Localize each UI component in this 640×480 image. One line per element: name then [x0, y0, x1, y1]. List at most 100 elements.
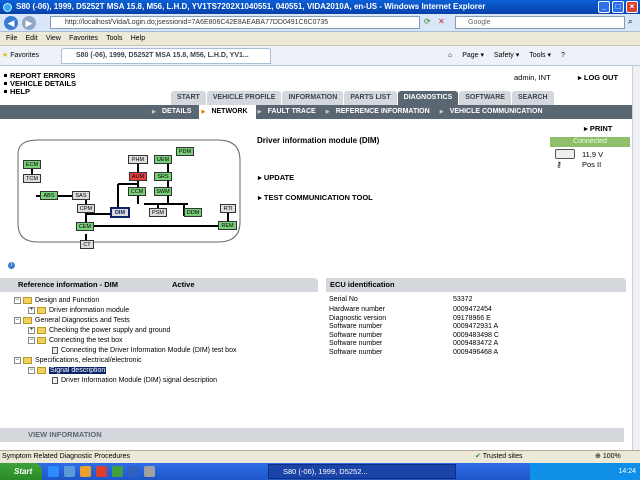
- help-link[interactable]: HELP: [4, 88, 76, 96]
- module-abs[interactable]: ABS: [40, 191, 58, 200]
- module-pdm[interactable]: PDM: [176, 147, 194, 156]
- folder-icon: [23, 296, 32, 304]
- menu-help[interactable]: Help: [131, 32, 145, 46]
- expand-icon[interactable]: +: [28, 306, 35, 314]
- module-uem[interactable]: UEM: [154, 155, 172, 164]
- url-field[interactable]: http://localhost/Vida/Login.do;jsessioni…: [50, 16, 420, 29]
- tab-parts-list[interactable]: PARTS LIST: [344, 91, 397, 105]
- menu-view[interactable]: View: [46, 32, 61, 46]
- tree-item[interactable]: Connecting the Driver Information Module…: [14, 346, 314, 356]
- module-srs[interactable]: SRS: [154, 172, 172, 181]
- print-link[interactable]: ▸ PRINT: [584, 124, 612, 133]
- expand-icon[interactable]: +: [28, 326, 35, 334]
- update-action[interactable]: ▸ UPDATE: [258, 173, 294, 182]
- module-cpm[interactable]: CPM: [77, 204, 95, 213]
- tools-menu[interactable]: Tools ▾: [529, 52, 551, 59]
- tab-search[interactable]: SEARCH: [511, 91, 554, 105]
- collapse-icon[interactable]: −: [14, 356, 21, 364]
- tree-item[interactable]: + Driver information module: [14, 306, 314, 316]
- forward-icon[interactable]: ▶: [22, 16, 36, 30]
- back-icon[interactable]: ◀: [4, 16, 18, 30]
- quicklaunch-icon[interactable]: [144, 466, 155, 477]
- connection-status: Connected: [550, 137, 630, 147]
- taskbar-window-button[interactable]: S80 (-06), 1999, D5252...: [268, 464, 456, 479]
- command-bar: ⌂ Page ▾ Safety ▾ Tools ▾ ?: [440, 49, 565, 63]
- module-dim[interactable]: DIM: [110, 207, 130, 218]
- folder-icon: [37, 326, 46, 334]
- ecu-identification-table: Serial No 53372 Hardware number 0009472454…: [329, 296, 629, 357]
- close-button[interactable]: ×: [626, 1, 638, 13]
- system-tray: 14:24: [530, 463, 640, 480]
- tree-item[interactable]: − Design and Function: [14, 296, 314, 306]
- quicklaunch-icon[interactable]: [128, 466, 139, 477]
- stop-icon[interactable]: ✕: [438, 17, 445, 26]
- module-cem[interactable]: CEM: [76, 222, 94, 231]
- tab-diagnostics[interactable]: DIAGNOSTICS: [397, 91, 459, 105]
- tree-item[interactable]: + Checking the power supply and ground: [14, 326, 314, 336]
- page-menu[interactable]: Page ▾: [462, 52, 484, 59]
- collapse-icon[interactable]: −: [14, 316, 21, 324]
- safety-menu[interactable]: Safety ▾: [494, 52, 519, 59]
- module-ecm[interactable]: ECM: [23, 160, 41, 169]
- ecu-row: Software number 0009496468 A: [329, 348, 499, 356]
- favorites-button[interactable]: ★ Favorites: [2, 49, 39, 63]
- quicklaunch-icon[interactable]: [112, 466, 123, 477]
- module-aum[interactable]: AUM: [129, 172, 147, 181]
- reference-tree: − Design and Function + Driver information…: [14, 296, 314, 386]
- test-communication-tool-action[interactable]: ▸ TEST COMMUNICATION TOOL: [258, 193, 373, 202]
- collapse-icon[interactable]: −: [28, 336, 35, 344]
- help-icon[interactable]: ?: [561, 52, 565, 59]
- home-icon[interactable]: ⌂: [448, 52, 452, 59]
- quicklaunch-icon[interactable]: [64, 466, 75, 477]
- info-icon[interactable]: i: [8, 262, 15, 269]
- module-sas[interactable]: SAS: [72, 191, 90, 200]
- collapse-icon[interactable]: −: [14, 296, 21, 304]
- menu-edit[interactable]: Edit: [26, 32, 38, 46]
- minimize-button[interactable]: _: [598, 1, 610, 13]
- tab-start[interactable]: START: [171, 91, 206, 105]
- module-rti[interactable]: RTI: [220, 204, 236, 213]
- ie-quicklaunch-icon[interactable]: [48, 466, 59, 477]
- view-information-bar[interactable]: VIEW INFORMATION: [0, 428, 624, 442]
- tab-information[interactable]: INFORMATION: [282, 91, 344, 105]
- module-tcm[interactable]: TCM: [23, 174, 41, 183]
- subtab-details[interactable]: DETAILS: [150, 105, 199, 119]
- subtab-vehicle-communication[interactable]: VEHICLE COMMUNICATION: [438, 105, 551, 119]
- document-icon: [52, 346, 58, 354]
- tab-vehicle-profile[interactable]: VEHICLE PROFILE: [206, 91, 282, 105]
- star-icon: ★: [2, 52, 9, 59]
- folder-quicklaunch-icon[interactable]: [80, 466, 91, 477]
- quicklaunch-icon[interactable]: [96, 466, 107, 477]
- browser-tab[interactable]: S80 (-06), 1999, D5252T MSA 15.8, M56, L…: [61, 48, 271, 64]
- subtab-network[interactable]: NETWORK: [199, 105, 256, 119]
- maximize-button[interactable]: □: [612, 1, 624, 13]
- subtab-reference-information[interactable]: REFERENCE INFORMATION: [324, 105, 438, 119]
- zoom-level[interactable]: ⊕ 100%: [595, 451, 621, 463]
- menu-favorites[interactable]: Favorites: [69, 32, 98, 46]
- start-button[interactable]: Start: [0, 463, 42, 480]
- network-diagram: ECM TCM ABS SAS CPM CEM CT PHM UEM PDM A…: [8, 134, 246, 249]
- tab-software[interactable]: SOFTWARE: [459, 91, 511, 105]
- ecu-row: Diagnostic version 09178966 E: [329, 314, 491, 322]
- module-psm[interactable]: PSM: [149, 208, 167, 217]
- vertical-scrollbar[interactable]: [632, 66, 640, 450]
- logout-link[interactable]: ▸ LOG OUT: [578, 73, 618, 82]
- module-ccm[interactable]: CCM: [128, 187, 146, 196]
- tree-item[interactable]: − Connecting the test box: [14, 336, 314, 346]
- module-ct[interactable]: CT: [80, 240, 94, 249]
- module-rem[interactable]: REM: [218, 221, 237, 230]
- module-phm[interactable]: PHM: [128, 155, 148, 164]
- collapse-icon[interactable]: −: [28, 366, 35, 374]
- module-swm[interactable]: SWM: [154, 187, 172, 196]
- menu-tools[interactable]: Tools: [106, 32, 122, 46]
- tree-item[interactable]: Driver Information Module (DIM) signal d…: [14, 376, 314, 386]
- tree-item[interactable]: − General Diagnostics and Tests: [14, 316, 314, 326]
- search-icon[interactable]: ⌕: [628, 17, 632, 27]
- refresh-icon[interactable]: ⟳: [424, 17, 431, 26]
- module-ddm[interactable]: DDM: [184, 208, 202, 217]
- search-input[interactable]: Google: [455, 16, 625, 29]
- tree-item-selected[interactable]: − Signal description: [14, 366, 314, 376]
- menu-file[interactable]: File: [6, 32, 17, 46]
- subtab-fault-trace[interactable]: FAULT TRACE: [256, 105, 324, 119]
- tree-item[interactable]: − Specifications, electrical/electronic: [14, 356, 314, 366]
